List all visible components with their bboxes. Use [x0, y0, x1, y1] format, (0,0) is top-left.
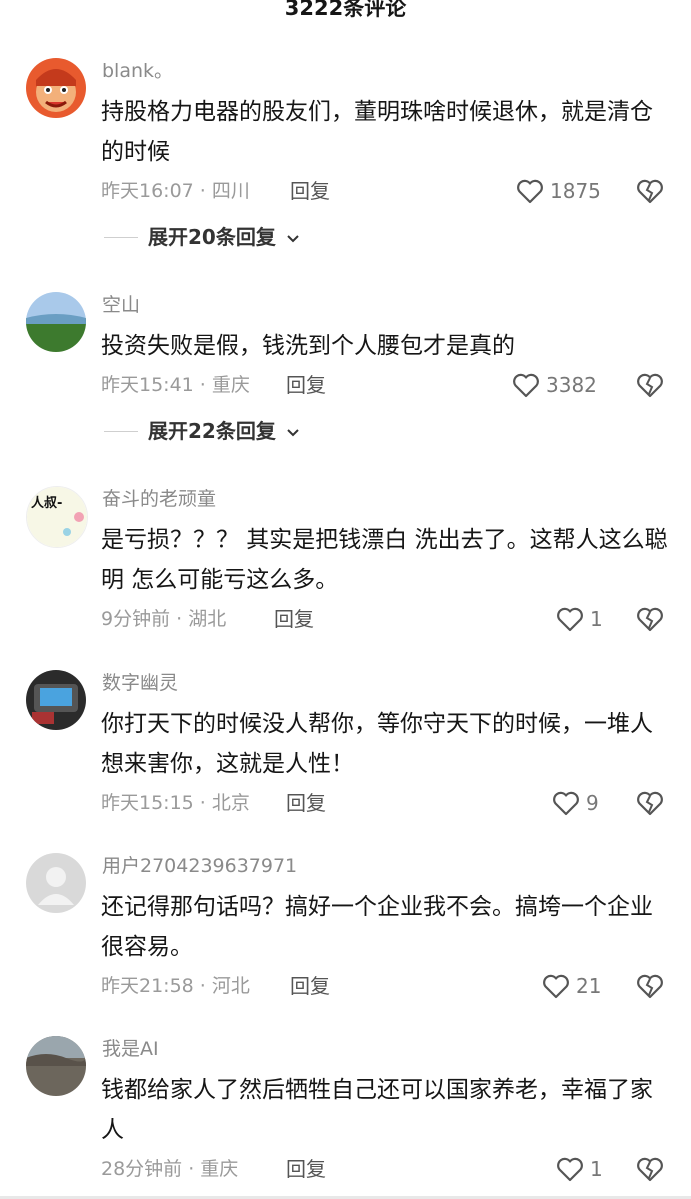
avatar[interactable] — [26, 292, 86, 352]
heart-outline-icon — [516, 178, 544, 204]
like-count: 9 — [586, 791, 599, 815]
comment-username[interactable]: 空山 — [102, 292, 140, 318]
comment-meta: 昨天15:41 · 重庆 — [101, 374, 250, 396]
comment-meta: 昨天15:15 · 北京 — [101, 792, 250, 814]
like-count: 1 — [590, 1157, 603, 1181]
comment-text: 你打天下的时候没人帮你，等你守天下的时候，一堆人想来害你，这就是人性！ — [101, 711, 653, 777]
avatar[interactable] — [26, 58, 86, 118]
comments-count-title: 3222条评论 — [284, 0, 407, 20]
heart-outline-icon — [556, 1156, 584, 1182]
comment-username[interactable]: 我是AI — [102, 1036, 159, 1062]
dislike-button[interactable] — [636, 372, 664, 398]
divider — [104, 430, 138, 432]
broken-heart-icon — [636, 790, 664, 816]
like-button[interactable]: 1875 — [516, 176, 601, 206]
heart-outline-icon — [556, 606, 584, 632]
expand-replies-label: 展开22条回复 — [148, 419, 276, 443]
comment-meta: 昨天16:07 · 四川 — [101, 180, 250, 202]
dislike-button[interactable] — [636, 973, 664, 999]
broken-heart-icon — [636, 1156, 664, 1182]
chevron-down-icon — [286, 416, 300, 446]
avatar[interactable] — [26, 670, 86, 730]
comment-meta: 昨天21:58 · 河北 — [101, 975, 250, 997]
comment-text: 钱都给家人了然后牺牲自己还可以国家养老，幸福了家人 — [101, 1077, 653, 1143]
avatar-text: 人叔- — [31, 495, 62, 511]
broken-heart-icon — [636, 973, 664, 999]
comment-username[interactable]: 用户2704239637971 — [102, 853, 297, 879]
dislike-button[interactable] — [636, 790, 664, 816]
broken-heart-icon — [636, 372, 664, 398]
comment-meta: 28分钟前 · 重庆 — [101, 1158, 239, 1180]
comment-text: 是亏损？？？ 其实是把钱漂白 洗出去了。这帮人这么聪明 怎么可能亏这么多。 — [101, 527, 668, 593]
like-count: 21 — [576, 974, 602, 998]
dislike-button[interactable] — [636, 1156, 664, 1182]
reply-button[interactable]: 回复 — [290, 176, 330, 206]
like-count: 3382 — [546, 373, 597, 397]
like-button[interactable]: 3382 — [512, 370, 597, 400]
comment-username[interactable]: 数字幽灵 — [102, 670, 178, 696]
chevron-down-icon — [286, 222, 300, 252]
comment-text: 投资失败是假，钱洗到个人腰包才是真的 — [101, 333, 515, 359]
like-button[interactable]: 9 — [552, 788, 599, 818]
divider — [104, 236, 138, 238]
reply-button[interactable]: 回复 — [286, 1154, 326, 1184]
dislike-button[interactable] — [636, 606, 664, 632]
broken-heart-icon — [636, 606, 664, 632]
avatar[interactable]: 人叔- — [26, 486, 88, 548]
reply-button[interactable]: 回复 — [286, 370, 326, 400]
comment-username[interactable]: 奋斗的老顽童 — [102, 486, 216, 512]
like-count: 1 — [590, 607, 603, 631]
like-button[interactable]: 1 — [556, 1154, 603, 1184]
heart-outline-icon — [542, 973, 570, 999]
like-button[interactable]: 21 — [542, 971, 601, 1001]
reply-button[interactable]: 回复 — [274, 604, 314, 634]
heart-outline-icon — [552, 790, 580, 816]
comment-text: 还记得那句话吗？搞好一个企业我不会。搞垮一个企业很容易。 — [101, 894, 653, 960]
expand-replies-label: 展开20条回复 — [148, 225, 276, 249]
broken-heart-icon — [636, 178, 664, 204]
reply-button[interactable]: 回复 — [290, 971, 330, 1001]
avatar[interactable] — [26, 853, 86, 913]
like-button[interactable]: 1 — [556, 604, 603, 634]
comment-text: 持股格力电器的股友们，董明珠啥时候退休，就是清仓的时候 — [101, 99, 653, 165]
comment-username[interactable]: blank。 — [102, 58, 173, 84]
expand-replies-button[interactable]: 展开20条回复 — [104, 222, 300, 252]
like-count: 1875 — [550, 179, 601, 203]
expand-replies-button[interactable]: 展开22条回复 — [104, 416, 300, 446]
comment-meta: 9分钟前 · 湖北 — [101, 608, 227, 630]
dislike-button[interactable] — [636, 178, 664, 204]
reply-button[interactable]: 回复 — [286, 788, 326, 818]
heart-outline-icon — [512, 372, 540, 398]
avatar[interactable] — [26, 1036, 86, 1096]
